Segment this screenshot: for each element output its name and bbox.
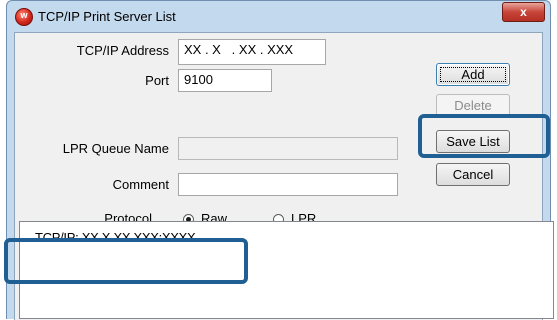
app-logo-icon: w: [15, 8, 33, 26]
cancel-button-label: Cancel: [452, 167, 494, 182]
port-label: Port: [145, 73, 169, 88]
lpr-queue-name-field[interactable]: [178, 137, 398, 160]
cancel-button[interactable]: Cancel: [436, 163, 510, 186]
app-logo-letter: w: [20, 10, 28, 20]
ip-address-label: TCP/IP Address: [76, 43, 169, 58]
close-button[interactable]: x: [502, 2, 545, 22]
add-button[interactable]: Add: [436, 63, 510, 86]
ip-address-field[interactable]: XX . X . XX . XXX: [178, 39, 326, 65]
close-icon: x: [520, 5, 527, 19]
port-field[interactable]: 9100: [178, 69, 272, 92]
comment-label: Comment: [112, 177, 169, 192]
lpr-queue-name-label: LPR Queue Name: [62, 141, 169, 156]
comment-field[interactable]: [178, 173, 398, 196]
window-title: TCP/IP Print Server List: [38, 9, 176, 24]
focus-rectangle: [440, 67, 506, 82]
list-item-highlight: [4, 238, 248, 284]
delete-button-label: Delete: [454, 98, 492, 113]
title-bar[interactable]: w TCP/IP Print Server List x: [7, 1, 550, 31]
save-list-highlight: [418, 114, 550, 158]
